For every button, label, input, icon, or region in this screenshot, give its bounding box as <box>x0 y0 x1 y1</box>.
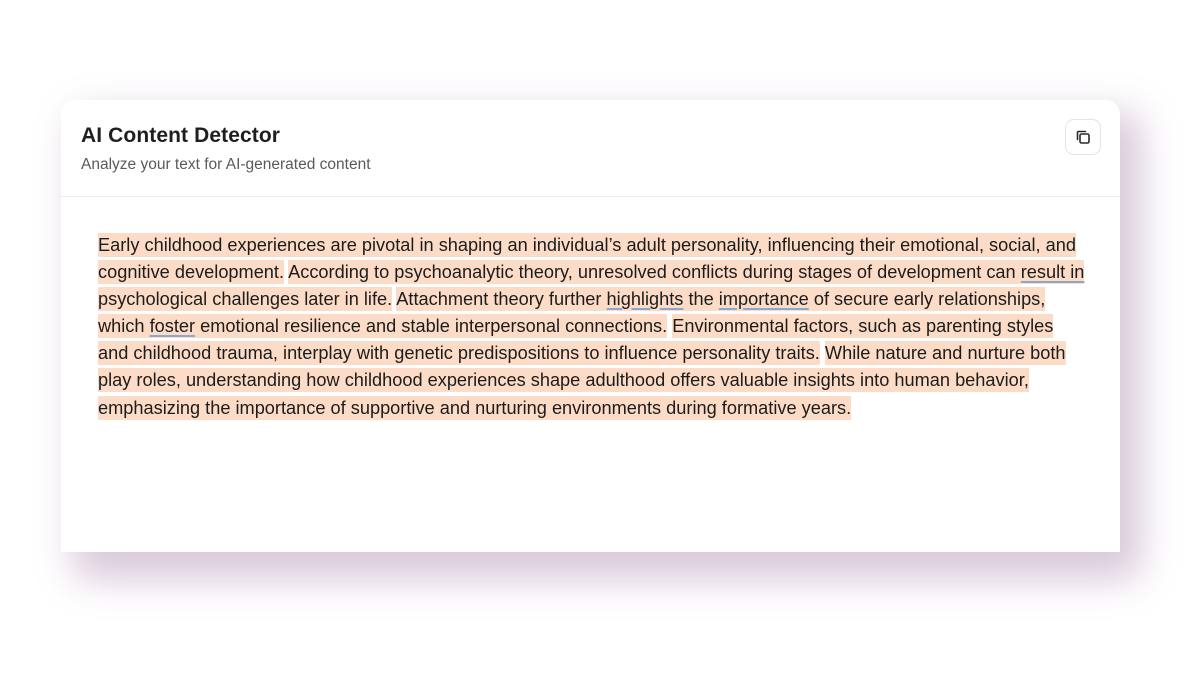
card-header: AI Content Detector Analyze your text fo… <box>61 100 1120 197</box>
copy-icon <box>1074 128 1092 146</box>
analyzed-text[interactable]: Early childhood experiences are pivotal … <box>98 232 1088 422</box>
flagged-phrase[interactable]: importance <box>719 289 809 309</box>
flagged-phrase[interactable]: foster <box>150 316 196 336</box>
sentence-text: the <box>683 289 719 310</box>
sentence-text: psychological challenges later in life. <box>98 289 393 310</box>
sentence-text: According to psychoanalytic theory, unre… <box>288 262 1021 283</box>
flagged-phrase[interactable]: highlights <box>607 289 684 309</box>
flagged-phrase[interactable]: result in <box>1021 262 1085 282</box>
detector-card: AI Content Detector Analyze your text fo… <box>61 100 1120 552</box>
sentence-text: emotional resilience and stable interper… <box>195 316 668 337</box>
card-body: Early childhood experiences are pivotal … <box>98 232 1088 422</box>
page-subtitle: Analyze your text for AI-generated conte… <box>81 156 371 173</box>
page-title: AI Content Detector <box>81 124 281 147</box>
copy-button[interactable] <box>1065 119 1101 155</box>
sentence-text: Attachment theory further <box>396 289 607 310</box>
page: AI Content Detector Analyze your text fo… <box>0 0 1200 700</box>
